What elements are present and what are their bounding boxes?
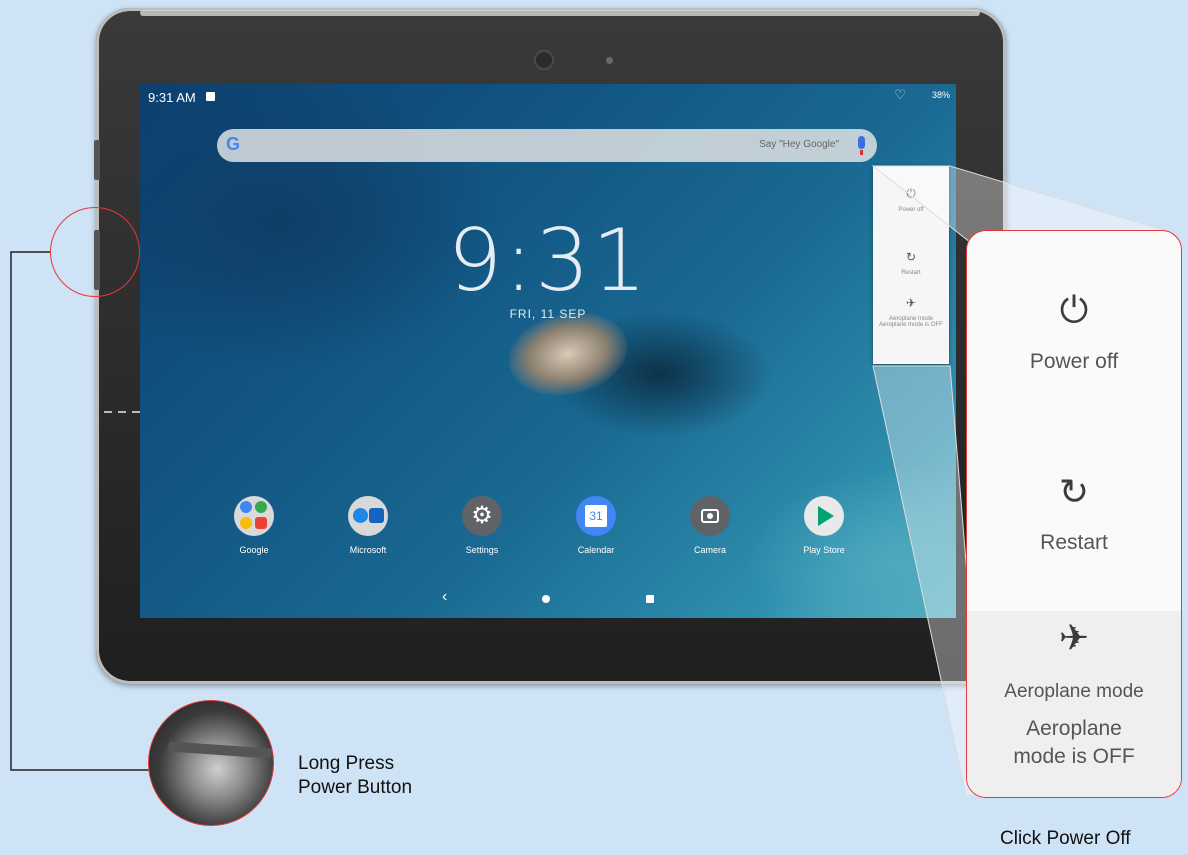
restart-option[interactable]: ↻ Restart [967, 471, 1181, 555]
aeroplane-status: Aeroplane mode is OFF [1013, 717, 1135, 768]
long-press-caption: Long Press Power Button [298, 752, 412, 800]
power-button-callout-line [10, 251, 160, 771]
power-button-closeup [148, 700, 274, 826]
restart-icon: ↻ [1058, 471, 1090, 512]
power-menu-zoomed: ⏻ Power off ↻ Restart ✈ Aeroplane mode A… [966, 230, 1182, 798]
click-power-off-caption: Click Power Off [1000, 828, 1131, 849]
restart-label: Restart [1040, 531, 1108, 554]
power-off-option[interactable]: ⏻ Power off [967, 289, 1181, 374]
airplane-icon: ✈ [1058, 617, 1090, 658]
long-press-line1: Long Press [298, 753, 395, 774]
aeroplane-option[interactable]: ✈ Aeroplane mode Aeroplane mode is OFF [967, 617, 1181, 771]
power-icon: ⏻ [1059, 289, 1089, 330]
power-button-highlight-circle [50, 207, 140, 297]
power-off-label: Power off [1029, 350, 1119, 373]
aeroplane-label: Aeroplane mode [1004, 681, 1144, 702]
long-press-line2: Power Button [298, 777, 413, 798]
